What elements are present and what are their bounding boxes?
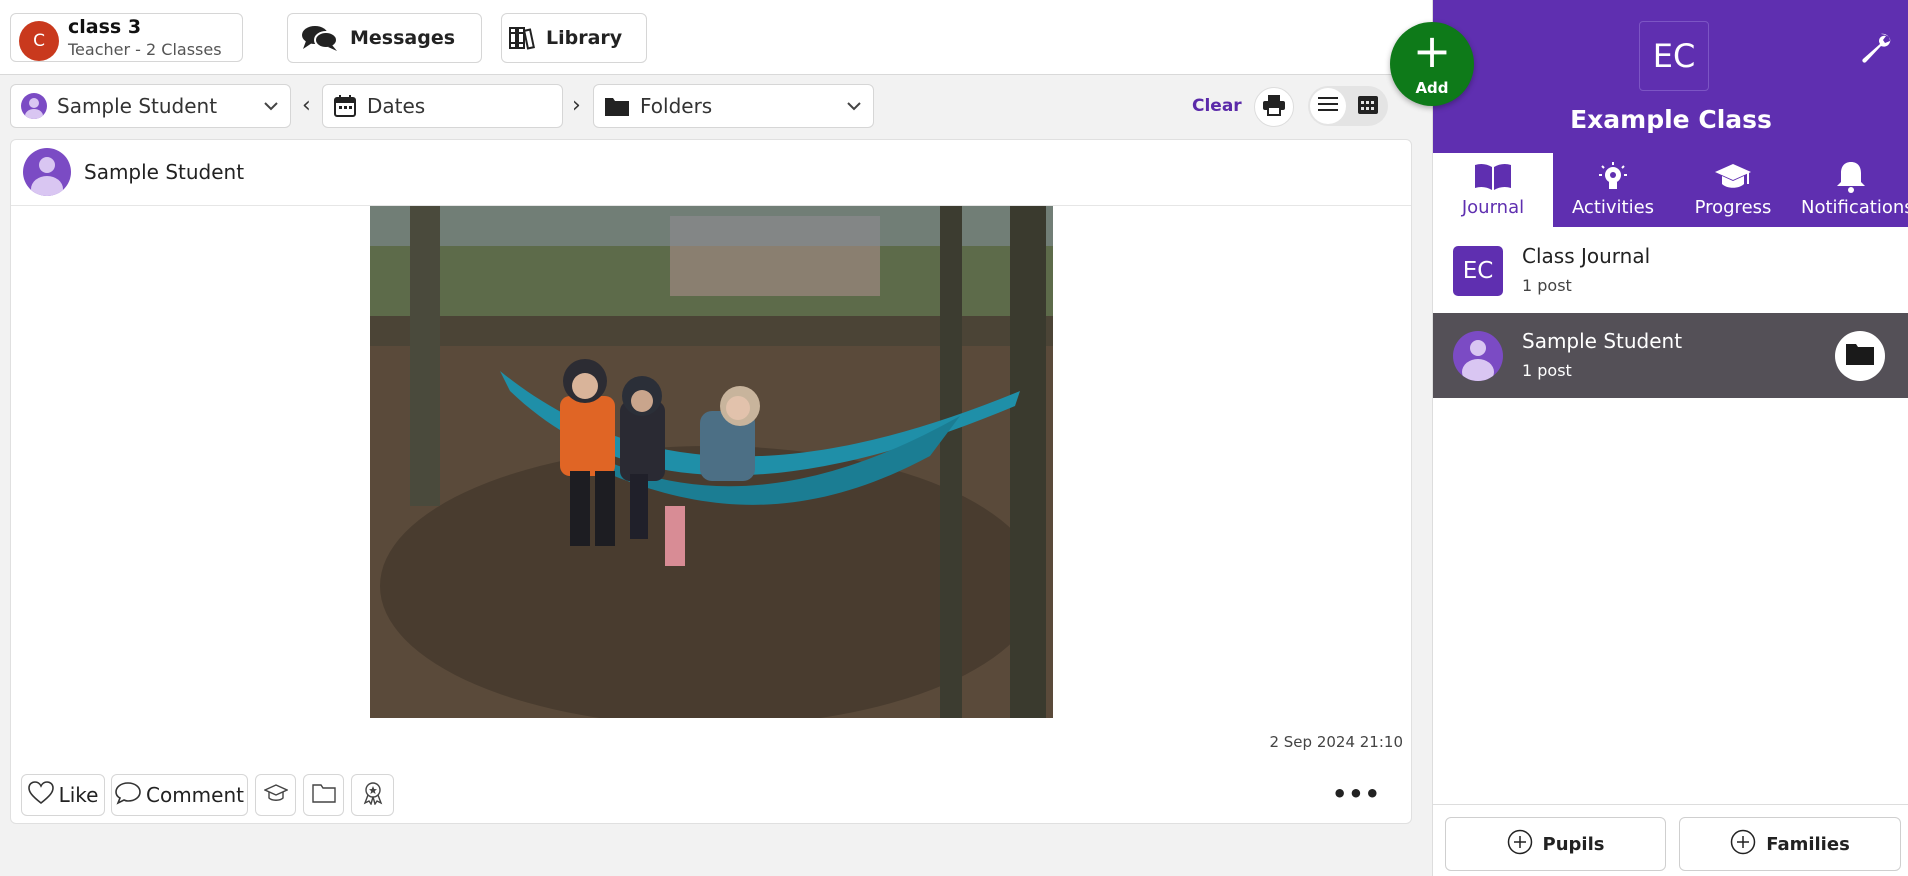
tab-notifications[interactable]: Notifications <box>1793 153 1908 227</box>
print-button[interactable] <box>1254 87 1294 127</box>
class-avatar: C <box>19 21 59 61</box>
tab-journal[interactable]: Journal <box>1433 153 1553 227</box>
class-switcher[interactable]: C class 3 Teacher - 2 Classes <box>10 13 243 62</box>
plus-icon: + <box>1412 24 1452 78</box>
assess-button[interactable] <box>255 774 296 816</box>
bell-icon <box>1834 159 1868 195</box>
class-sidebar: EC Example Class Journal Activities Prog… <box>1432 0 1908 876</box>
post-author-name: Sample Student <box>84 160 245 184</box>
clear-filters-button[interactable]: Clear <box>1192 96 1242 116</box>
tab-progress[interactable]: Progress <box>1673 153 1793 227</box>
calendar-icon <box>333 94 357 118</box>
award-button[interactable] <box>351 774 394 816</box>
dates-filter[interactable]: Dates <box>322 84 563 128</box>
student-avatar <box>1453 331 1503 381</box>
plus-circle-icon <box>1730 829 1756 859</box>
families-label: Families <box>1766 833 1850 855</box>
heart-icon <box>27 781 54 809</box>
list-icon <box>1317 95 1339 117</box>
student-folder-button[interactable] <box>1835 331 1885 381</box>
tab-activities[interactable]: Activities <box>1553 153 1673 227</box>
comment-button[interactable]: Comment <box>111 774 248 816</box>
student-filter-label: Sample Student <box>57 94 218 118</box>
class-tabs: Journal Activities Progress Notification… <box>1433 153 1908 227</box>
more-options-button[interactable]: ••• <box>1332 780 1381 808</box>
speech-bubble-icon <box>115 781 141 809</box>
award-badge-icon <box>361 781 385 809</box>
printer-icon <box>1262 94 1286 120</box>
books-icon <box>508 23 536 53</box>
settings-button[interactable] <box>1859 32 1893 70</box>
top-bar: C class 3 Teacher - 2 Classes Messages L… <box>0 0 1432 75</box>
calendar-view-button[interactable] <box>1350 88 1386 124</box>
folder-icon <box>1845 342 1875 370</box>
folder-icon <box>604 95 630 117</box>
student-filter-dropdown[interactable]: Sample Student <box>10 84 291 128</box>
tab-progress-label: Progress <box>1694 197 1772 218</box>
add-pupils-button[interactable]: Pupils <box>1445 817 1666 871</box>
class-header: EC Example Class <box>1433 0 1908 153</box>
calendar-grid-icon <box>1357 93 1379 119</box>
chat-bubbles-icon <box>300 23 340 53</box>
tab-activities-label: Activities <box>1571 197 1655 218</box>
chevron-down-icon <box>262 97 280 119</box>
library-label: Library <box>546 27 623 49</box>
dates-next-arrow[interactable]: › <box>572 93 581 118</box>
class-title: Example Class <box>1570 105 1772 134</box>
like-label: Like <box>58 783 99 807</box>
post-photo[interactable] <box>370 206 1053 718</box>
author-avatar <box>23 148 71 196</box>
messages-button[interactable]: Messages <box>287 13 482 63</box>
class-journal-name: Class Journal <box>1522 244 1651 268</box>
folders-filter-label: Folders <box>640 94 713 118</box>
class-journal-count: 1 post <box>1522 276 1572 295</box>
pupils-label: Pupils <box>1542 833 1605 855</box>
comment-label: Comment <box>146 783 244 807</box>
graduation-cap-icon <box>262 783 289 807</box>
class-name: class 3 <box>68 16 142 38</box>
folders-filter-dropdown[interactable]: Folders <box>593 84 874 128</box>
post-timestamp: 2 Sep 2024 21:10 <box>1269 733 1403 751</box>
tab-journal-label: Journal <box>1461 197 1525 218</box>
like-button[interactable]: Like <box>21 774 105 816</box>
plus-circle-icon <box>1507 829 1533 859</box>
dates-filter-label: Dates <box>367 94 426 118</box>
wrench-icon <box>1859 33 1893 70</box>
class-badge: EC <box>1639 21 1709 91</box>
dates-prev-arrow[interactable]: ‹ <box>302 93 311 118</box>
add-to-folder-button[interactable] <box>303 774 344 816</box>
add-label: Add <box>1415 79 1449 97</box>
post-card: Sample Student 2 Sep 2024 21:10 Like Com… <box>10 139 1412 824</box>
student-journal-count: 1 post <box>1522 361 1572 380</box>
class-subtitle: Teacher - 2 Classes <box>68 40 222 59</box>
student-avatar-icon <box>21 93 47 119</box>
lightbulb-icon <box>1596 159 1630 195</box>
add-families-button[interactable]: Families <box>1679 817 1901 871</box>
class-journal-badge: EC <box>1453 246 1503 296</box>
student-journal-row[interactable]: Sample Student 1 post <box>1433 313 1908 398</box>
add-post-button[interactable]: + Add <box>1390 22 1474 106</box>
messages-label: Messages <box>350 27 456 49</box>
list-view-button[interactable] <box>1310 88 1346 124</box>
graduation-cap-icon <box>1714 159 1752 195</box>
folder-outline-icon <box>311 783 336 807</box>
student-journal-name: Sample Student <box>1522 329 1683 353</box>
class-journal-row[interactable]: EC Class Journal 1 post <box>1433 228 1908 313</box>
tab-notifications-label: Notifications <box>1801 197 1908 218</box>
chevron-down-icon <box>845 97 863 119</box>
library-button[interactable]: Library <box>501 13 647 63</box>
post-header: Sample Student <box>11 140 1411 206</box>
sidebar-footer: Pupils Families <box>1433 804 1908 876</box>
open-book-icon <box>1473 159 1513 195</box>
view-toggle <box>1308 86 1388 126</box>
